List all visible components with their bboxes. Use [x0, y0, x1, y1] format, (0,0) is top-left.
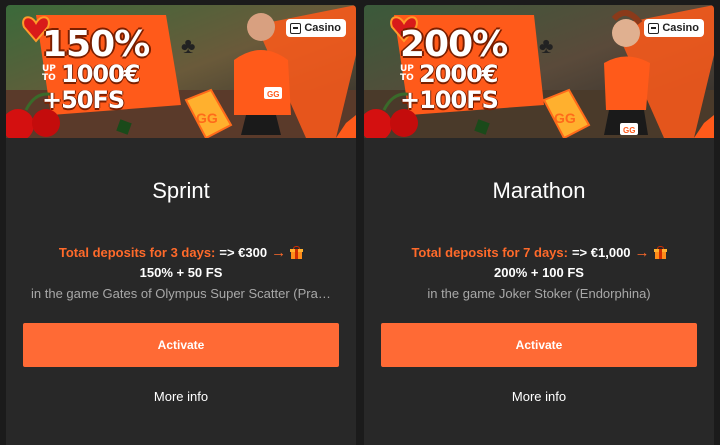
svg-text:GG: GG	[623, 126, 635, 135]
tournament-cards: ♣ GG GG 150% UP TO 1000€ +50FS Casino Sp…	[0, 0, 720, 445]
category-badge: Casino	[644, 19, 704, 37]
activate-button[interactable]: Activate	[23, 323, 339, 367]
promo-card-sprint: ♣ GG GG 150% UP TO 1000€ +50FS Casino Sp…	[6, 5, 356, 445]
svg-text:GG: GG	[267, 90, 279, 99]
svg-text:♣: ♣	[181, 33, 195, 58]
deposit-value: => €1,000	[571, 245, 631, 260]
promo-banner: ♣ GG GG 150% UP TO 1000€ +50FS Casino	[6, 5, 356, 138]
bonus-reward: 200% + 100 FS	[494, 265, 584, 280]
promo-headline: 200% UP TO 2000€ +100FS	[400, 24, 530, 114]
card-title: Sprint	[152, 178, 210, 203]
deposit-label: Total deposits for 3 days:	[58, 245, 216, 260]
promo-upto: UP TO	[42, 64, 56, 83]
promo-amount: 2000€	[419, 60, 498, 88]
slot-machine-icon	[290, 22, 302, 34]
deposit-label: Total deposits for 7 days:	[411, 245, 568, 260]
svg-text:GG: GG	[196, 110, 218, 126]
bonus-reward: 150% + 50 FS	[139, 265, 223, 280]
game-description: in the game Joker Stoker (Endorphina)	[427, 286, 651, 301]
activate-button[interactable]: Activate	[381, 323, 697, 367]
deposit-condition: Total deposits for 7 days: => €1,000 →	[411, 244, 667, 261]
svg-text:♣: ♣	[539, 33, 553, 58]
promo-percent: 150%	[42, 24, 150, 65]
promo-amount: 1000€	[61, 60, 140, 88]
promo-freespins: +50FS	[42, 86, 125, 114]
slot-machine-icon	[648, 22, 660, 34]
deposit-value: => €300	[219, 245, 268, 260]
card-title: Marathon	[492, 178, 586, 203]
category-label: Casino	[304, 22, 341, 34]
category-label: Casino	[662, 22, 699, 34]
gift-icon	[290, 246, 304, 259]
promo-freespins: +100FS	[400, 86, 499, 114]
more-info-link[interactable]: More info	[154, 389, 208, 404]
deposit-condition: Total deposits for 3 days: => €300 →	[58, 244, 304, 261]
promo-percent: 200%	[400, 24, 508, 65]
svg-text:GG: GG	[554, 110, 576, 126]
gift-icon	[653, 246, 667, 259]
game-description: in the game Gates of Olympus Super Scatt…	[31, 286, 331, 301]
promo-headline: 150% UP TO 1000€ +50FS	[42, 24, 172, 114]
promo-banner: ♣ GG GG 200% UP TO 2000€ +100FS Casino	[364, 5, 714, 138]
more-info-link[interactable]: More info	[512, 389, 566, 404]
promo-upto: UP TO	[400, 64, 414, 83]
category-badge: Casino	[286, 19, 346, 37]
arrow-icon: →	[271, 244, 287, 261]
arrow-icon: →	[634, 244, 650, 261]
promo-card-marathon: ♣ GG GG 200% UP TO 2000€ +100FS Casino M…	[364, 5, 714, 445]
